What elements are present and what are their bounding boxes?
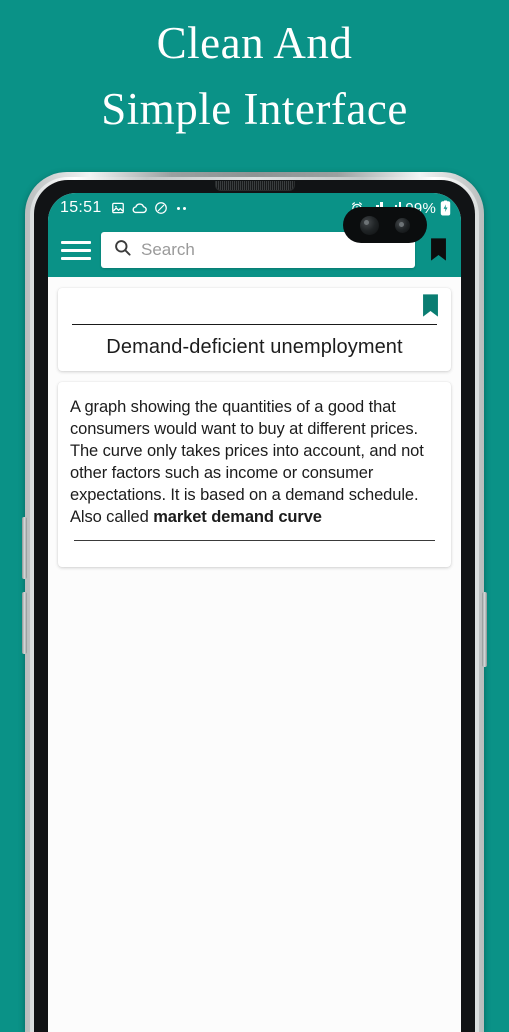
headline-line-2: Simple Interface [101,84,408,134]
definition-bold-term: market demand curve [153,508,322,526]
promo-headline: Clean And Simple Interface [0,10,509,142]
volume-up-button[interactable] [22,517,27,579]
shield-icon [154,201,168,215]
definition-text: A graph showing the quantities of a good… [70,396,439,528]
camera-lens-secondary-icon [395,217,410,233]
definition-divider [74,540,435,541]
content-area: Demand-deficient unemployment A graph sh… [48,277,461,1032]
phone-screen: 15:51 99% Search Demand-deficient unempl… [48,193,461,1032]
front-camera-cutout [343,207,427,243]
earpiece-speaker-icon [214,181,295,191]
entry-title-card[interactable]: Demand-deficient unemployment [58,288,451,371]
search-icon [113,238,132,262]
camera-lens-icon [360,215,379,235]
phone-mockup: 15:51 99% Search Demand-deficient unempl… [22,172,487,1032]
battery-charging-icon [440,200,451,216]
definition-card[interactable]: A graph showing the quantities of a good… [58,382,451,567]
entry-title: Demand-deficient unemployment [106,336,403,358]
definition-body: A graph showing the quantities of a good… [70,398,424,526]
image-icon [111,201,125,215]
bookmark-filled-icon[interactable] [422,294,439,323]
phone-bezel: 15:51 99% Search Demand-deficient unempl… [34,180,475,1032]
headline-line-1: Clean And [156,18,353,68]
status-time: 15:51 [60,199,102,216]
search-placeholder: Search [141,240,195,259]
status-bar-left: 15:51 [60,199,186,217]
power-button[interactable] [482,592,487,667]
hamburger-menu-icon[interactable] [61,235,91,265]
more-dots-icon [176,206,186,210]
bookmark-icon[interactable] [425,235,451,265]
volume-down-button[interactable] [22,592,27,654]
cloud-icon [132,202,147,214]
